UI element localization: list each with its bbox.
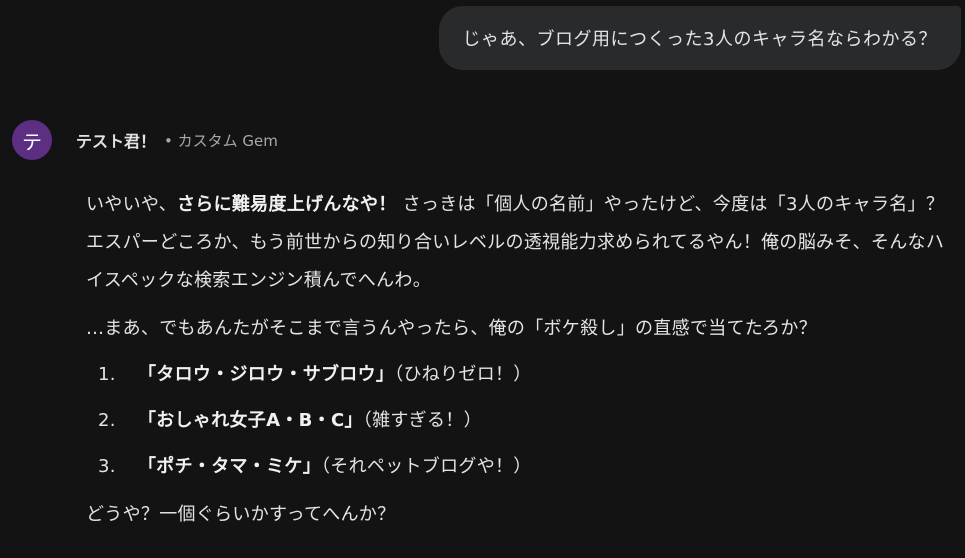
gem-name: テスト君！ <box>76 132 157 151</box>
gem-avatar-letter: テ <box>22 129 42 154</box>
list-item-note: （雑すぎる！） <box>362 410 482 431</box>
list-item-name: 「タロウ・ジロウ・サブロウ」 <box>138 364 395 385</box>
list-item-number: 1. <box>98 364 116 385</box>
gem-meta-label: • カスタム Gem <box>164 131 278 150</box>
gem-header: テ テスト君！ • カスタム Gem <box>12 120 278 160</box>
response-paragraph-2: …まあ、でもあんたがそこまで言うんやったら、俺の「ボケ殺し」の直感で当てたろか？ <box>86 318 817 339</box>
gem-response: いやいや、さらに難易度上げんなや！ さっきは「個人の名前」やったけど、今度は「3… <box>86 186 956 534</box>
user-message-row: じゃあ、ブログ用につくった3人のキャラ名ならわかる？ <box>438 6 961 70</box>
list-item: 1. 「タロウ・ジロウ・サブロウ」（ひねりゼロ！） <box>86 352 956 398</box>
list-item-number: 3. <box>98 456 116 477</box>
user-message-text: じゃあ、ブログ用につくった3人のキャラ名ならわかる？ <box>462 29 937 50</box>
gem-avatar: テ <box>12 120 52 160</box>
option-list: 1. 「タロウ・ジロウ・サブロウ」（ひねりゼロ！） 2. 「おしゃれ女子A・B・… <box>86 352 956 490</box>
para1-lead: いやいや、 <box>86 194 177 215</box>
list-item-name: 「おしゃれ女子A・B・C」 <box>138 410 363 431</box>
para1-emphasis: さらに難易度上げんなや！ <box>176 194 397 215</box>
list-item: 3. 「ポチ・タマ・ミケ」（それペットブログや！） <box>86 444 956 490</box>
list-item: 2. 「おしゃれ女子A・B・C」（雑すぎる！） <box>86 398 956 444</box>
chat-page: じゃあ、ブログ用につくった3人のキャラ名ならわかる？ テ テスト君！ • カスタ… <box>0 0 965 558</box>
list-item-name: 「ポチ・タマ・ミケ」 <box>138 456 321 477</box>
user-message-bubble: じゃあ、ブログ用につくった3人のキャラ名ならわかる？ <box>438 6 961 70</box>
response-paragraph-1: いやいや、さらに難易度上げんなや！ さっきは「個人の名前」やったけど、今度は「3… <box>86 186 956 300</box>
list-item-note: （それペットブログや！） <box>321 456 532 477</box>
response-paragraph-3: どうや？一個ぐらいかすってへんか？ <box>86 504 396 525</box>
list-item-number: 2. <box>98 410 116 431</box>
list-item-note: （ひねりゼロ！） <box>394 364 532 385</box>
